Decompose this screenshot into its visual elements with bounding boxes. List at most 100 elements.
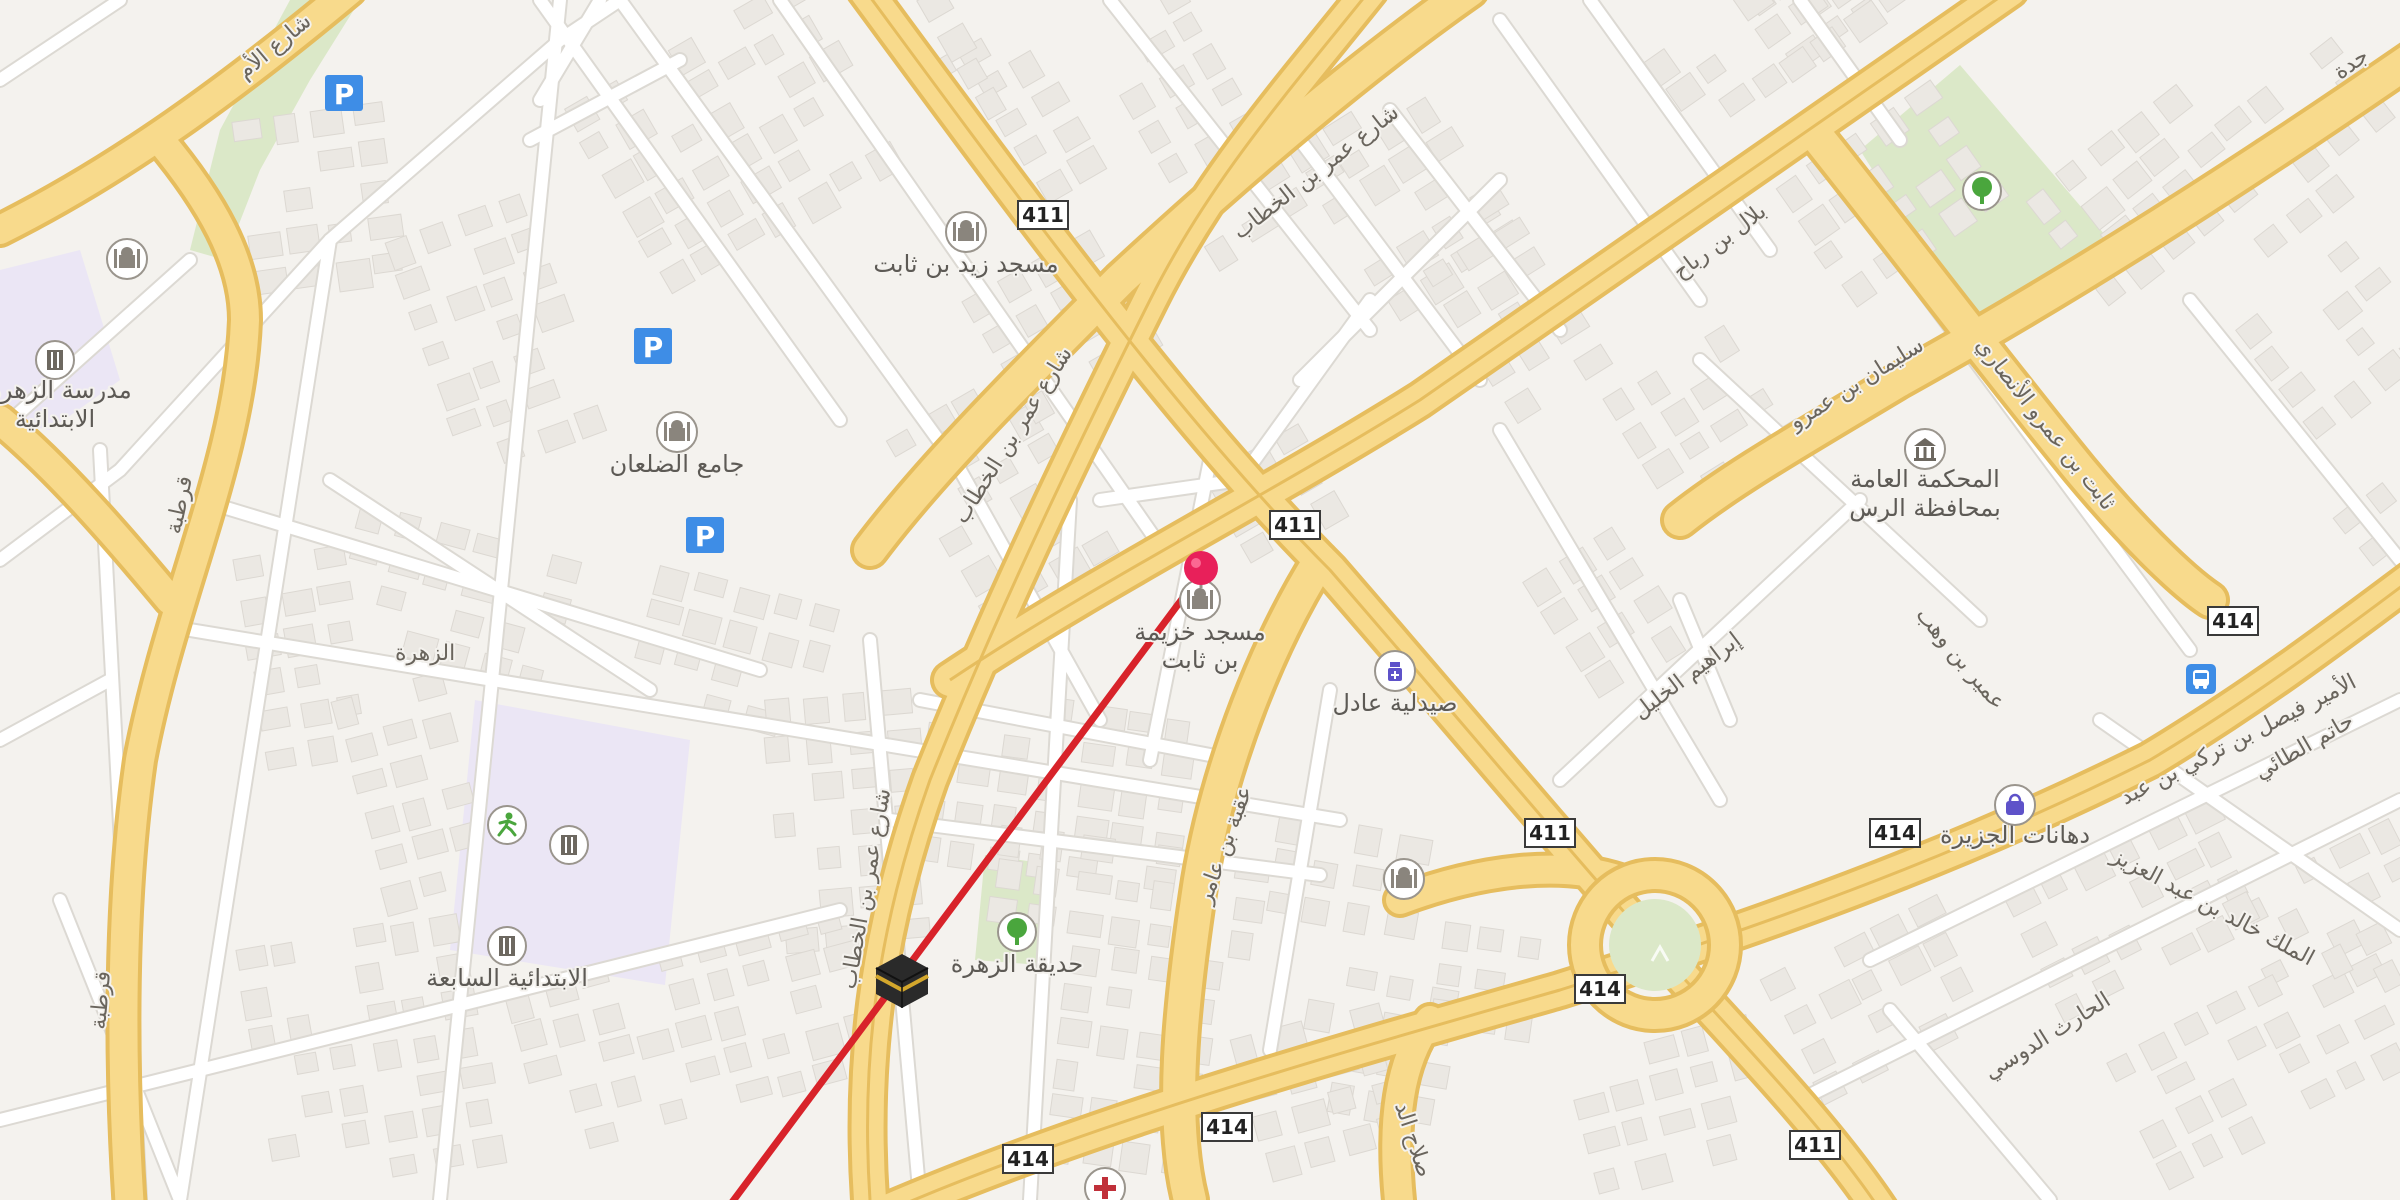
building xyxy=(1052,115,1092,154)
parking-icon[interactable]: P xyxy=(686,517,724,553)
building xyxy=(374,843,408,871)
building xyxy=(307,735,339,767)
sport-icon[interactable] xyxy=(487,805,527,845)
building xyxy=(1265,1145,1303,1183)
building xyxy=(1700,1095,1738,1131)
building xyxy=(537,419,577,454)
route-shield-414[interactable]: 414 xyxy=(1201,1112,1253,1142)
school-icon[interactable] xyxy=(487,926,527,966)
map-canvas[interactable]: شارع عمر بن الخطاب شارع عمر بن الخطاب شا… xyxy=(0,0,2400,1200)
building xyxy=(802,639,831,673)
tree-icon[interactable] xyxy=(997,912,1037,952)
building xyxy=(1001,734,1031,760)
building xyxy=(436,372,480,412)
svg-text:411: 411 xyxy=(1794,1133,1836,1157)
building xyxy=(2206,990,2247,1025)
building xyxy=(1539,596,1579,635)
mosque-icon[interactable] xyxy=(945,211,987,253)
building xyxy=(1643,1034,1680,1065)
building xyxy=(1565,631,1606,673)
building xyxy=(723,1042,753,1073)
route-shield-411[interactable]: 411 xyxy=(1017,200,1069,230)
building xyxy=(1386,975,1414,1001)
building xyxy=(1030,81,1071,118)
pharmacy-icon[interactable] xyxy=(1374,650,1416,692)
building xyxy=(2365,482,2398,515)
building xyxy=(1353,824,1383,858)
building xyxy=(2336,1061,2366,1090)
building xyxy=(2253,223,2289,258)
building xyxy=(610,1075,642,1108)
hospital-icon[interactable] xyxy=(1084,1167,1126,1200)
building xyxy=(646,598,685,626)
building xyxy=(811,770,845,801)
svg-text:P: P xyxy=(334,78,355,111)
route-shield-414[interactable]: 414 xyxy=(1574,974,1626,1004)
route-shield-411[interactable]: 411 xyxy=(1789,1130,1841,1160)
school-icon[interactable] xyxy=(549,825,589,865)
building xyxy=(231,117,263,143)
route-shield-414[interactable]: 414 xyxy=(2207,606,2259,636)
building xyxy=(727,217,766,251)
building xyxy=(1441,921,1472,953)
building xyxy=(1107,916,1141,949)
parking-icon[interactable]: P xyxy=(325,75,363,111)
building xyxy=(777,149,811,183)
building xyxy=(351,767,388,795)
building xyxy=(413,1035,440,1064)
building xyxy=(938,525,973,558)
building xyxy=(2383,852,2400,883)
svg-text:411: 411 xyxy=(1022,203,1064,227)
route-shield-411[interactable]: 411 xyxy=(1269,510,1321,540)
building xyxy=(1813,240,1843,270)
svg-text:414: 414 xyxy=(1579,977,1621,1001)
building xyxy=(1504,387,1542,425)
tree-icon[interactable] xyxy=(1962,171,2002,211)
building xyxy=(389,921,419,956)
building xyxy=(829,161,863,192)
building xyxy=(2367,348,2400,392)
building xyxy=(376,585,407,612)
court-icon[interactable] xyxy=(1904,428,1946,470)
building xyxy=(372,1039,403,1072)
building xyxy=(422,340,450,367)
label-court-2: بمحافظة الرس xyxy=(1849,494,2001,522)
building xyxy=(394,265,431,300)
label-mosque-khuzaima-1: مسجد خزيمة xyxy=(1134,618,1265,646)
building xyxy=(1345,966,1378,991)
building xyxy=(317,146,355,172)
building xyxy=(753,33,785,66)
building xyxy=(842,691,867,722)
building xyxy=(1621,421,1657,460)
route-shield-414[interactable]: 414 xyxy=(1002,1144,1054,1174)
school-icon[interactable] xyxy=(35,340,75,380)
building xyxy=(232,554,265,582)
mosque-icon[interactable] xyxy=(1383,858,1425,900)
building xyxy=(1621,1116,1648,1146)
building xyxy=(1358,164,1401,207)
bus-icon[interactable] xyxy=(2186,664,2216,694)
building xyxy=(722,619,758,655)
route-shield-411[interactable]: 411 xyxy=(1524,818,1576,848)
building xyxy=(2155,1150,2195,1191)
building xyxy=(1705,1133,1738,1167)
building xyxy=(693,571,729,599)
parking-icon[interactable]: P xyxy=(634,328,672,364)
building xyxy=(1066,144,1108,185)
route-shield-414[interactable]: 414 xyxy=(1869,818,1921,848)
building xyxy=(584,1121,619,1150)
building xyxy=(459,1062,496,1090)
building xyxy=(2322,290,2364,331)
building xyxy=(880,687,914,716)
building xyxy=(2370,1042,2400,1082)
building xyxy=(1718,82,1756,118)
svg-text:414: 414 xyxy=(1874,821,1916,845)
shopping-bag-icon[interactable] xyxy=(1994,784,2036,826)
building xyxy=(1641,447,1685,490)
building xyxy=(1608,557,1644,591)
building xyxy=(636,1028,675,1061)
mosque-icon[interactable] xyxy=(656,411,698,453)
building xyxy=(1593,1167,1620,1195)
building xyxy=(2087,130,2126,167)
mosque-icon[interactable] xyxy=(106,238,148,280)
